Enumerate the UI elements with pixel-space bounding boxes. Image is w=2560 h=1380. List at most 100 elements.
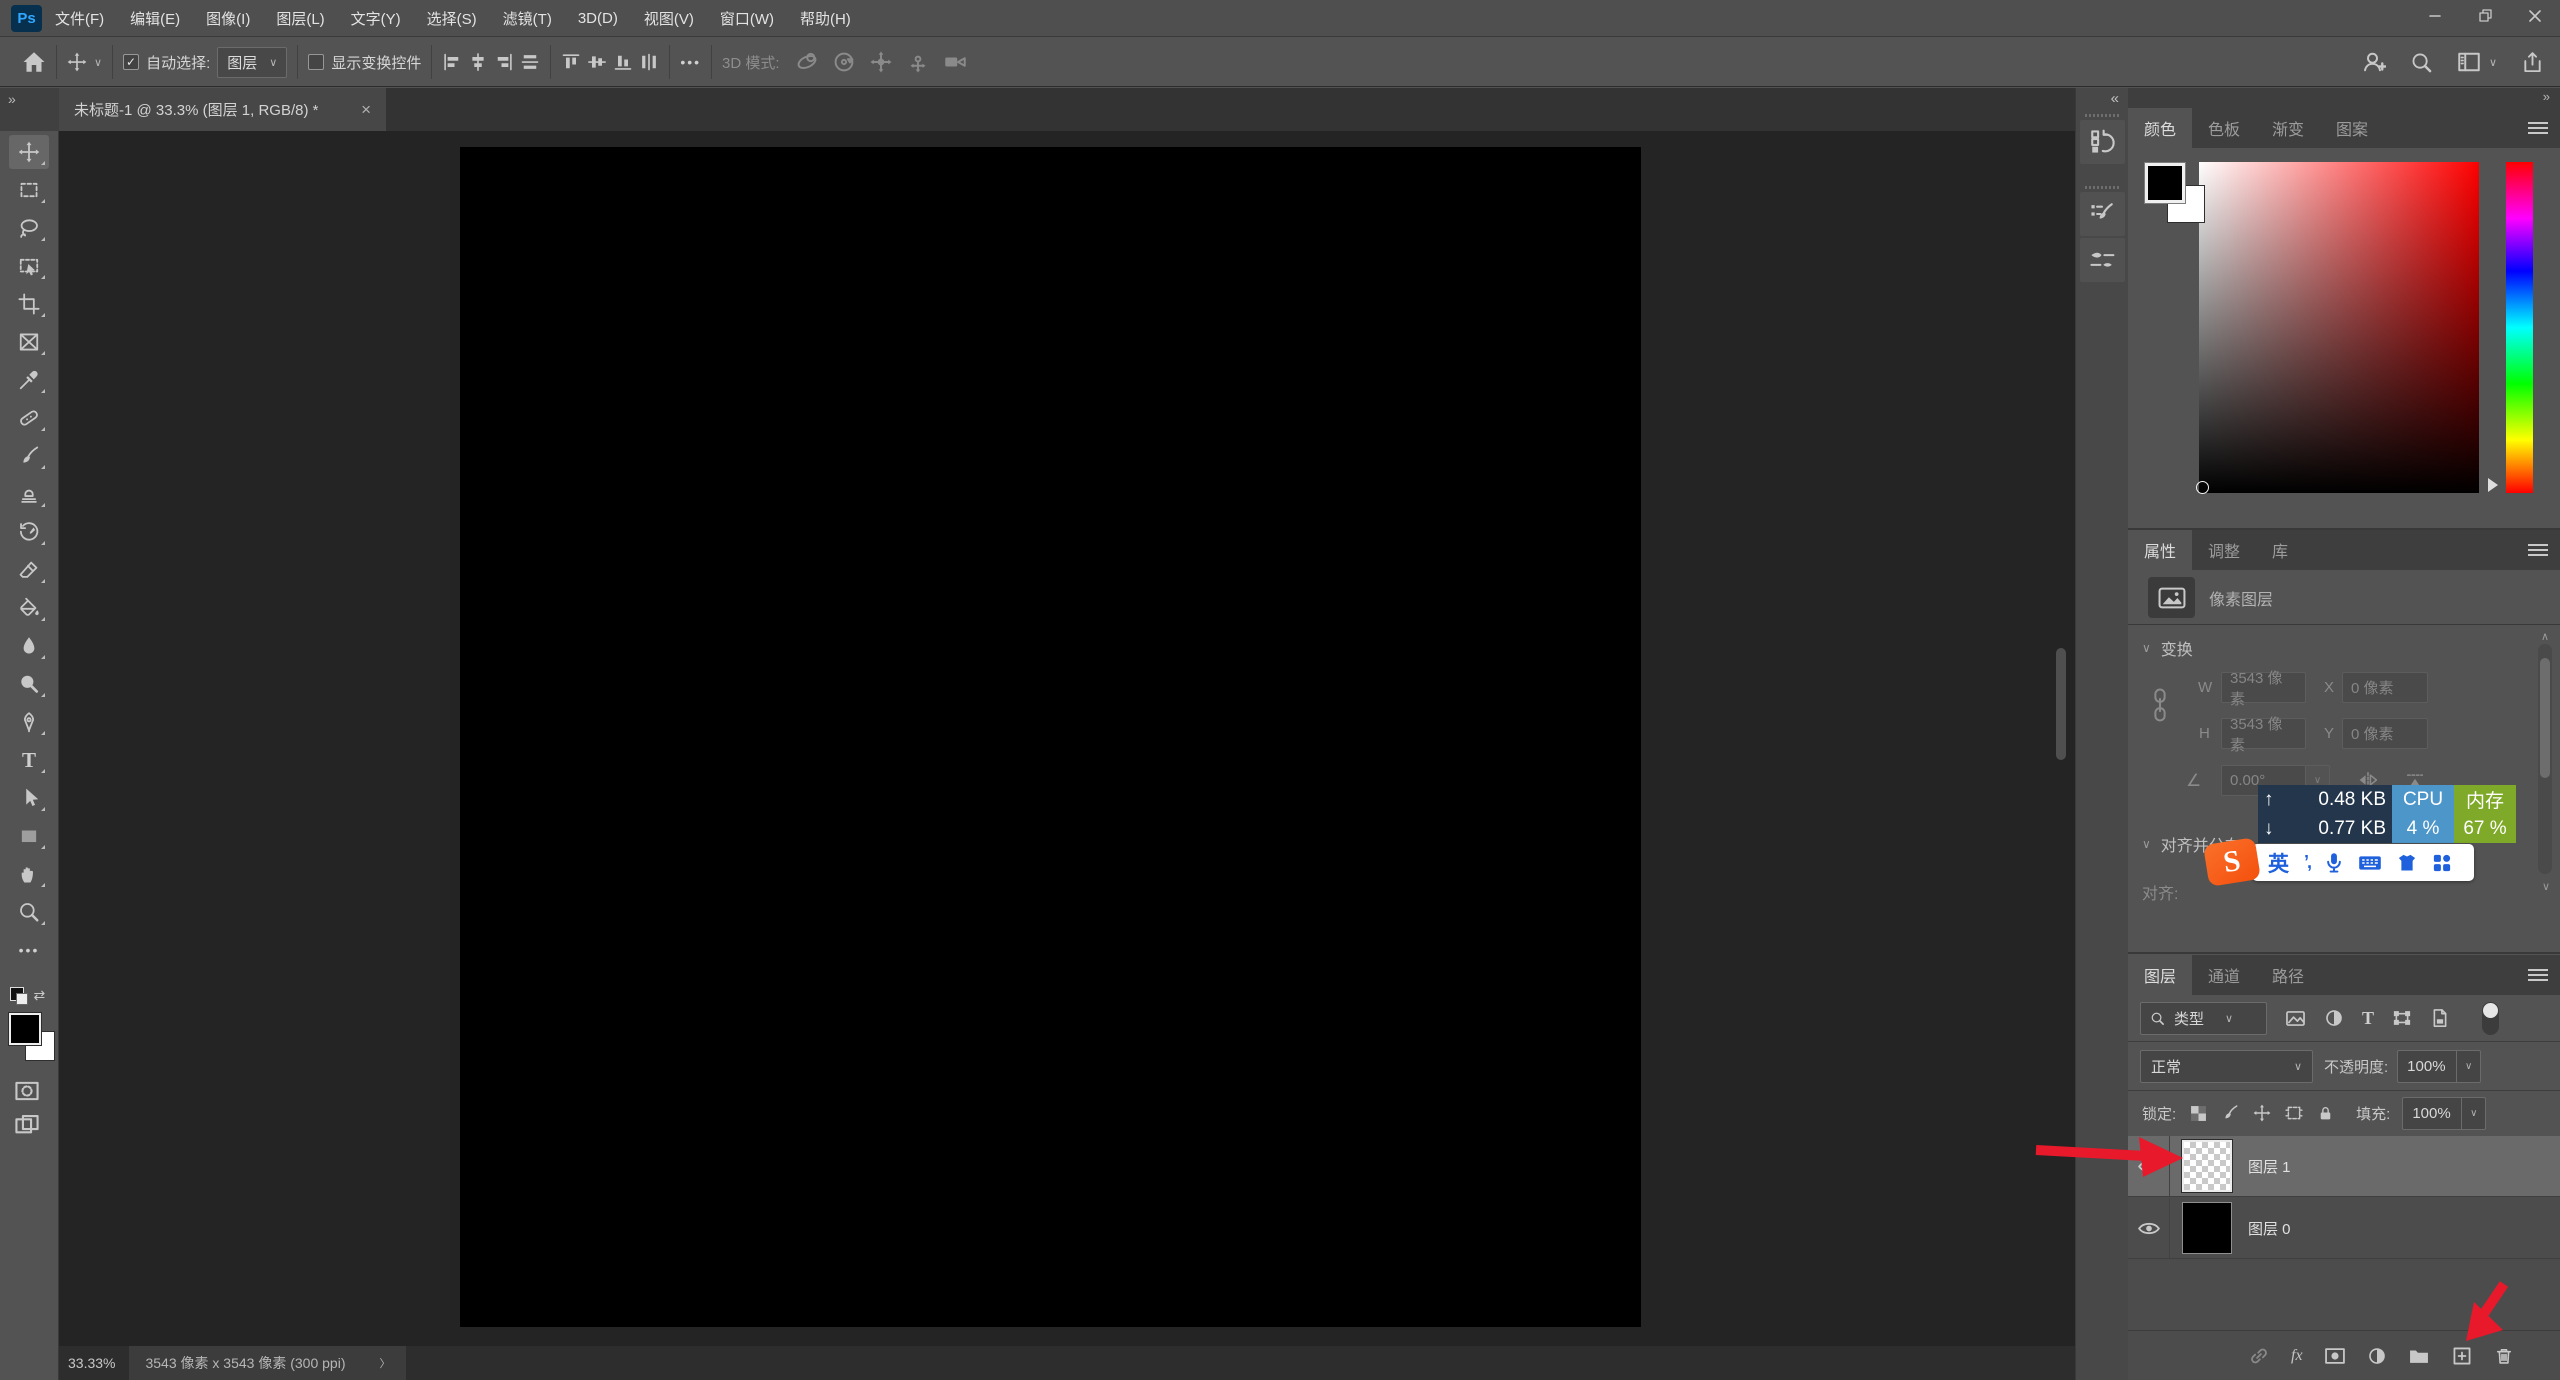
filter-smart-objects-button[interactable] [2430, 1008, 2450, 1028]
delete-layer-button[interactable] [2494, 1345, 2514, 1367]
ime-language-toggle[interactable]: 英 [2268, 848, 2289, 878]
ime-voice-button[interactable] [2325, 852, 2343, 874]
share-export-button[interactable] [2521, 51, 2544, 74]
workspace-switcher-button[interactable]: ∨ [2457, 50, 2497, 74]
brushes-panel-button[interactable] [2080, 238, 2125, 282]
properties-panel-menu-button[interactable] [2528, 530, 2560, 570]
new-group-button[interactable] [2408, 1345, 2430, 1367]
scrollbar-thumb[interactable] [2540, 658, 2550, 778]
filter-shape-layers-button[interactable] [2392, 1008, 2412, 1028]
tool-preset-move[interactable]: ∨ [67, 52, 102, 72]
clone-stamp-tool[interactable] [9, 477, 49, 511]
new-layer-button[interactable] [2451, 1345, 2473, 1367]
expand-icon[interactable]: » [2543, 89, 2550, 104]
menu-select[interactable]: 选择(S) [414, 8, 490, 29]
eyedropper-tool[interactable] [9, 363, 49, 397]
align-vertical-centers-button[interactable] [587, 52, 607, 72]
filter-type-layers-button[interactable]: T [2362, 1008, 2374, 1029]
menu-file[interactable]: 文件(F) [42, 8, 117, 29]
dodge-tool[interactable] [9, 667, 49, 701]
lock-artboard-button[interactable] [2285, 1104, 2303, 1122]
menu-layer[interactable]: 图层(L) [263, 8, 337, 29]
link-dimensions-icon[interactable] [2152, 688, 2168, 722]
rectangle-tool[interactable] [9, 819, 49, 853]
align-horizontal-centers-button[interactable] [468, 52, 488, 72]
opacity-dropdown-arrow[interactable]: ∨ [2457, 1050, 2481, 1083]
filter-pixel-layers-button[interactable] [2285, 1008, 2306, 1029]
hand-tool[interactable] [9, 857, 49, 891]
ime-skin-button[interactable] [2397, 853, 2417, 873]
blur-tool[interactable] [9, 629, 49, 663]
tab-paths[interactable]: 路径 [2256, 955, 2320, 995]
add-layer-mask-button[interactable] [2324, 1345, 2346, 1367]
transform-section-header[interactable]: ∨ 变换 [2142, 636, 2193, 660]
link-layers-button[interactable] [2248, 1345, 2270, 1367]
color-picker-cursor[interactable] [2196, 481, 2209, 494]
share-user-button[interactable] [2362, 50, 2386, 74]
fill-dropdown-arrow[interactable]: ∨ [2462, 1097, 2486, 1130]
properties-scrollbar[interactable]: ∧ [2538, 644, 2552, 874]
auto-select-target-dropdown[interactable]: 图层 ∨ [217, 47, 287, 78]
ime-toolbox-button[interactable] [2432, 853, 2452, 873]
layer-row-0[interactable]: 图层 0 [2128, 1198, 2560, 1259]
tab-gradients[interactable]: 渐变 [2256, 108, 2320, 148]
menu-type[interactable]: 文字(Y) [338, 8, 414, 29]
toolbar-double-column-toggle[interactable]: » [0, 88, 59, 131]
layer-filter-dropdown[interactable]: 类型 ∨ [2140, 1002, 2267, 1035]
tab-channels[interactable]: 通道 [2192, 955, 2256, 995]
saturation-brightness-field[interactable] [2199, 162, 2479, 493]
layers-panel-menu-button[interactable] [2528, 955, 2560, 995]
eraser-tool[interactable] [9, 553, 49, 587]
tab-patterns[interactable]: 图案 [2320, 108, 2384, 148]
layer-style-button[interactable]: fx [2291, 1347, 2303, 1365]
canvas-area[interactable] [59, 131, 2075, 1346]
filter-toggle-switch[interactable] [2482, 1002, 2499, 1035]
brush-settings-panel-button[interactable] [2080, 192, 2125, 236]
lock-pixels-button[interactable] [2221, 1104, 2239, 1122]
scroll-up-icon[interactable]: ∧ [2541, 630, 2549, 643]
foreground-color-swatch[interactable] [9, 1013, 41, 1045]
tab-color[interactable]: 颜色 [2128, 108, 2192, 148]
blend-mode-dropdown[interactable]: 正常 ∨ [2140, 1050, 2313, 1083]
align-left-edges-button[interactable] [442, 52, 462, 72]
swap-colors-button[interactable]: ⇄ [34, 987, 46, 1004]
lock-all-button[interactable] [2317, 1105, 2334, 1122]
expand-panels-button[interactable]: « [2076, 88, 2128, 107]
home-button[interactable] [22, 50, 46, 74]
auto-select-checkbox[interactable]: ✓ [123, 54, 139, 70]
lock-transparency-button[interactable] [2190, 1105, 2207, 1122]
lasso-tool[interactable] [9, 211, 49, 245]
minimize-button[interactable] [2410, 0, 2460, 31]
move-tool[interactable] [9, 135, 49, 169]
layer-name[interactable]: 图层 0 [2248, 1218, 2291, 1239]
zoom-tool[interactable] [9, 895, 49, 929]
tab-layers[interactable]: 图层 [2128, 955, 2192, 995]
hue-slider[interactable] [2506, 162, 2533, 493]
fill-field[interactable]: 100% [2402, 1097, 2462, 1130]
paint-bucket-tool[interactable] [9, 591, 49, 625]
more-align-options-button[interactable]: ••• [680, 54, 701, 70]
align-right-edges-button[interactable] [494, 52, 514, 72]
spot-healing-brush-tool[interactable] [9, 401, 49, 435]
layer-thumbnail[interactable] [2182, 1202, 2232, 1254]
menu-view[interactable]: 视图(V) [631, 8, 707, 29]
document-size-field[interactable]: 3543 像素 x 3543 像素 (300 ppi) 〉 [129, 1346, 406, 1380]
tab-properties[interactable]: 属性 [2128, 530, 2192, 570]
history-brush-tool[interactable] [9, 515, 49, 549]
ime-punctuation-toggle[interactable]: ’, [2304, 852, 2310, 873]
layer-row-1[interactable]: 图层 1 [2128, 1136, 2560, 1197]
document-canvas[interactable] [460, 147, 1641, 1327]
close-tab-icon[interactable]: × [361, 100, 371, 120]
sogou-logo[interactable]: S [2203, 837, 2261, 887]
menu-window[interactable]: 窗口(W) [707, 8, 787, 29]
menu-image[interactable]: 图像(I) [193, 8, 263, 29]
tab-adjustments[interactable]: 调整 [2192, 530, 2256, 570]
hue-slider-cursor[interactable] [2488, 478, 2498, 492]
restore-button[interactable] [2460, 0, 2510, 31]
new-adjustment-layer-button[interactable] [2367, 1346, 2387, 1366]
frame-tool[interactable] [9, 325, 49, 359]
lock-position-button[interactable] [2253, 1104, 2271, 1122]
menu-3d[interactable]: 3D(D) [565, 10, 631, 27]
layer-visibility-toggle[interactable] [2128, 1198, 2170, 1258]
screen-mode-button[interactable] [14, 1113, 40, 1141]
